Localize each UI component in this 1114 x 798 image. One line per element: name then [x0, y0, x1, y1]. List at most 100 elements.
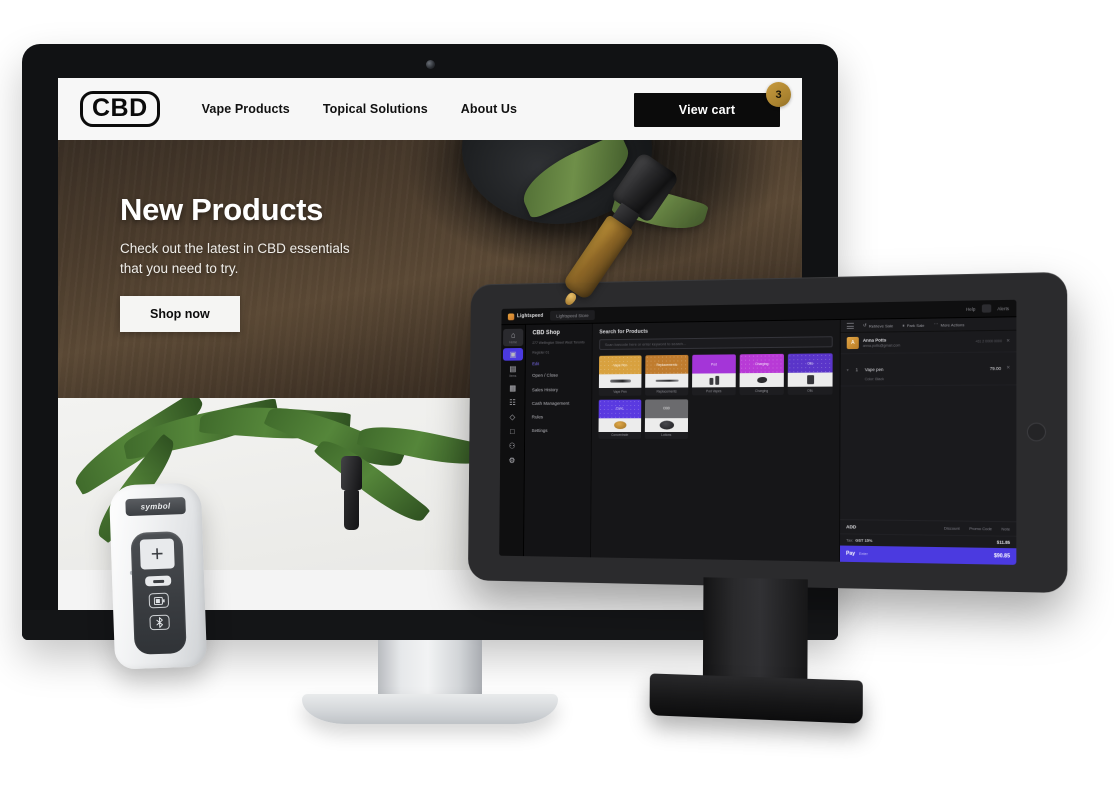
menu-item-settings[interactable]: Settings — [532, 428, 585, 435]
oil-bottle-icon — [806, 375, 814, 385]
scanner-minus-button[interactable] — [145, 575, 172, 587]
add-button[interactable]: ADD — [846, 524, 856, 529]
more-actions-button[interactable]: ⋯ More Actions — [934, 321, 965, 328]
dropper-bottle-small-image — [341, 456, 362, 530]
tax-label: GST 15% — [855, 537, 873, 543]
remove-customer-button[interactable]: ✕ — [1006, 338, 1010, 344]
pos-alerts-button[interactable]: Alerts — [997, 306, 1009, 311]
orders-icon: □ — [510, 427, 515, 436]
rail-item-people[interactable]: ⚇ — [502, 440, 522, 453]
scanner-battery-button[interactable] — [148, 592, 170, 609]
chart-icon: ☷ — [509, 398, 516, 407]
shop-name: CBD Shop — [532, 330, 560, 337]
tile-banner: Pod — [692, 354, 736, 374]
remove-line-button[interactable]: ✕ — [1006, 365, 1010, 371]
chevron-down-icon[interactable]: ▾ — [847, 367, 849, 372]
park-sale-button[interactable]: ⏸ Park Sale — [902, 322, 924, 327]
view-cart-button[interactable]: View cart — [634, 93, 780, 127]
rail-item-catalog[interactable]: ◇ — [502, 411, 522, 424]
shop-now-button[interactable]: Shop now — [120, 296, 240, 333]
tile-label: Charging — [755, 388, 769, 393]
menu-item-sales-history[interactable]: Sales History — [532, 387, 585, 394]
tile-banner: Charging — [739, 353, 784, 374]
vape-pen-icon — [609, 379, 631, 383]
product-tile-pod-vapes[interactable]: Pod Pod Vapes — [692, 354, 736, 395]
pos-cart-panel: ↺ Retrieve Sale ⏸ Park Sale ⋯ More Actio… — [838, 317, 1017, 565]
nav-item-topical-solutions[interactable]: Topical Solutions — [323, 102, 428, 116]
scanner-bluetooth-button[interactable] — [149, 614, 170, 631]
settings-icon: ⚙ — [508, 456, 516, 465]
monitor-stand-base — [302, 694, 558, 724]
pos-user-avatar[interactable] — [981, 304, 992, 313]
promo-code-button[interactable]: Promo Code — [969, 526, 992, 531]
park-sale-label: Park Sale — [906, 322, 925, 328]
pay-label: Pay — [846, 550, 856, 557]
cart-customer-row[interactable]: A Anna Potts anna.potts@gmail.com +61 2 … — [840, 330, 1017, 355]
site-nav: Vape Products Topical Solutions About Us — [202, 102, 517, 116]
tile-label: Replacements — [656, 389, 677, 394]
barcode-scanner: symbol + — [108, 482, 208, 670]
cart-empty-space — [840, 385, 1016, 521]
tablet-home-button[interactable] — [1026, 422, 1047, 442]
monitor-stand-neck — [378, 640, 482, 700]
cart-count-badge: 3 — [766, 82, 791, 107]
pos-app: Lightspeed Lightspeed Store Help Alerts … — [499, 299, 1017, 565]
rail-item-insights[interactable]: ☷ — [502, 396, 522, 409]
tile-banner: CBD — [644, 398, 689, 418]
rail-item-home[interactable]: ⌂ Home — [503, 328, 524, 347]
rail-item-reports[interactable]: ▦ — [503, 382, 523, 395]
product-tile-charging[interactable]: Charging Charging — [739, 353, 784, 395]
tax-prefix: Tax: — [846, 537, 854, 543]
tile-image — [598, 374, 642, 389]
tile-image — [598, 417, 642, 432]
note-button[interactable]: Note — [1001, 526, 1010, 531]
customer-phone: +61 2 0000 0000 — [975, 339, 1002, 344]
site-logo[interactable]: CBD — [80, 91, 160, 127]
charger-icon — [756, 376, 767, 384]
rail-item-sell[interactable]: ▣ — [502, 347, 524, 361]
tile-caption: Vape Pen — [613, 362, 628, 367]
tablet-screen: Lightspeed Lightspeed Store Help Alerts … — [499, 299, 1017, 565]
rail-item-orders[interactable]: □ — [502, 425, 522, 438]
pay-sublabel: Enter — [859, 551, 868, 557]
tile-label: Oils — [807, 388, 813, 393]
nav-item-about-us[interactable]: About Us — [461, 102, 517, 116]
scanner-keypad: + — [130, 531, 187, 655]
tablet-stand-base — [649, 673, 863, 724]
rail-item-setup[interactable]: ⚙ — [502, 454, 522, 467]
menu-item-open-close[interactable]: Open / Close — [532, 373, 585, 380]
pay-button[interactable]: Pay Enter $90.85 — [839, 545, 1017, 565]
product-tile-replacements[interactable]: Replacements Replacements — [645, 354, 689, 396]
menu-icon[interactable] — [846, 321, 854, 330]
edit-shop-link[interactable]: Edit — [532, 361, 585, 367]
discount-button[interactable]: Discount — [944, 526, 960, 531]
tile-image — [644, 417, 689, 432]
tile-banner: Conc. — [598, 399, 642, 418]
nav-item-vape-products[interactable]: Vape Products — [202, 102, 290, 116]
product-tile-vape-pen[interactable]: Vape Pen Vape Pen — [598, 355, 642, 396]
line-product-name: Vape pen — [864, 366, 884, 373]
menu-item-rules[interactable]: Rules — [532, 414, 585, 421]
product-tile-concentrate[interactable]: Conc. Concentrate — [598, 399, 642, 439]
cart-line-item[interactable]: ▾ 1 Vape pen Color: Black 79.00 ✕ — [840, 352, 1017, 387]
product-tile-oils[interactable]: Oils Oils — [787, 353, 833, 395]
site-header: CBD Vape Products Topical Solutions Abou… — [58, 78, 802, 140]
product-tile-lotions[interactable]: CBD Lotions — [644, 398, 689, 439]
avatar: A — [846, 336, 859, 350]
menu-item-cash-management[interactable]: Cash Management — [532, 401, 585, 408]
pos-shop-menu: CBD Shop 277 Wellington Street West Toro… — [523, 323, 593, 558]
line-quantity[interactable]: 1 — [854, 367, 860, 372]
scanner-plus-button[interactable]: + — [139, 538, 175, 570]
hero-title: New Products — [120, 192, 324, 227]
product-grid: Vape Pen Vape Pen Replacements Replaceme… — [598, 353, 833, 439]
pos-icon-rail: ⌂ Home ▣ ▤ Items ▦ ☷ ◇ □ ⚇ ⚙ — [499, 324, 527, 557]
park-icon: ⏸ — [902, 322, 905, 328]
product-search-input[interactable]: Scan barcode here or enter keyword to se… — [599, 336, 833, 350]
pos-body: ⌂ Home ▣ ▤ Items ▦ ☷ ◇ □ ⚇ ⚙ CBD Shop 27… — [499, 317, 1017, 565]
retrieve-sale-button[interactable]: ↺ Retrieve Sale — [863, 322, 893, 329]
tile-image — [692, 373, 736, 388]
lightspeed-logo[interactable]: Lightspeed — [507, 312, 544, 320]
rail-item-items[interactable]: ▤ Items — [503, 362, 523, 380]
pos-help-button[interactable]: Help — [966, 306, 975, 311]
tile-label: Pod Vapes — [706, 388, 722, 393]
